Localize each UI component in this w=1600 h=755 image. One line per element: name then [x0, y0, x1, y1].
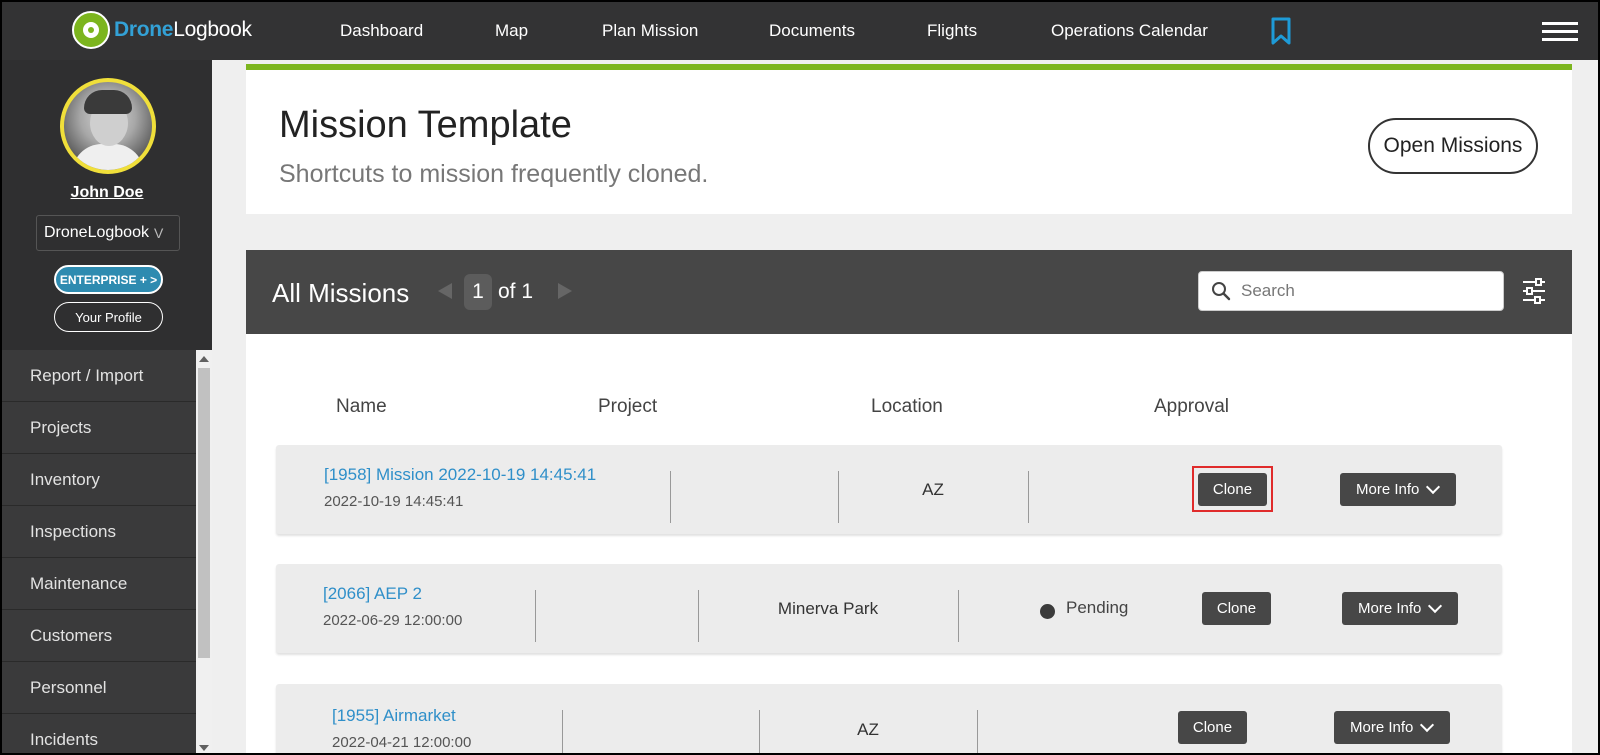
sidebar-item-customers[interactable]: Customers	[2, 610, 196, 662]
sidebar-item-inspections[interactable]: Inspections	[2, 506, 196, 558]
approval-status: Pending	[1066, 598, 1129, 617]
column-header-name[interactable]: Name	[336, 396, 387, 418]
sidebar-item-report-import[interactable]: Report / Import	[2, 350, 196, 402]
page-next-icon[interactable]	[558, 283, 572, 299]
mission-name-link[interactable]: [1958] Mission 2022-10-19 14:45:41	[324, 465, 596, 485]
nav-map[interactable]: Map	[495, 21, 528, 41]
column-header-location[interactable]: Location	[871, 396, 943, 418]
page-current[interactable]: 1	[464, 274, 492, 310]
bookmark-icon[interactable]	[1270, 17, 1292, 45]
missions-table: Name Project Location Approval [1958] Mi…	[246, 334, 1572, 753]
column-divider	[958, 590, 959, 642]
column-divider	[562, 710, 563, 753]
nav-dashboard[interactable]: Dashboard	[340, 21, 423, 41]
table-row: [1955] Airmarket 2022-04-21 12:00:00 AZ …	[276, 684, 1502, 753]
mission-date: 2022-06-29 12:00:00	[323, 612, 463, 629]
more-info-button[interactable]: More Info	[1334, 711, 1450, 744]
column-header-project[interactable]: Project	[598, 396, 657, 418]
open-missions-button[interactable]: Open Missions	[1368, 118, 1538, 174]
chevron-down-icon: V	[153, 225, 164, 241]
sidebar-menu: Report / Import Projects Inventory Inspe…	[2, 350, 196, 753]
chevron-down-icon	[1425, 479, 1441, 495]
mission-location: AZ	[857, 720, 879, 739]
logo-text-drone: Drone	[114, 18, 174, 41]
nav-documents[interactable]: Documents	[769, 21, 855, 41]
missions-header: All Missions 1 of 1	[246, 250, 1572, 334]
column-divider	[1028, 471, 1029, 523]
nav-operations-calendar[interactable]: Operations Calendar	[1051, 21, 1208, 41]
more-info-label: More Info	[1350, 719, 1414, 736]
more-info-label: More Info	[1356, 481, 1420, 498]
chevron-down-icon	[1427, 598, 1443, 614]
clone-button[interactable]: Clone	[1198, 473, 1267, 506]
filter-sliders-icon[interactable]	[1522, 278, 1546, 304]
username-link[interactable]: John Doe	[2, 184, 212, 202]
app-frame: DroneLogbook Dashboard Map Plan Mission …	[0, 0, 1600, 755]
scroll-up-icon[interactable]	[199, 356, 209, 362]
status-dot-icon	[1040, 604, 1055, 619]
mission-name-link[interactable]: [1955] Airmarket	[332, 706, 456, 726]
drone-logo-icon	[72, 11, 110, 49]
page-total: of 1	[498, 280, 534, 303]
hamburger-menu-icon[interactable]	[1542, 22, 1578, 41]
organization-select-value: DroneLogbook	[44, 224, 149, 241]
clone-button[interactable]: Clone	[1178, 711, 1247, 744]
your-profile-button[interactable]: Your Profile	[54, 302, 163, 332]
logo-text: DroneLogbook	[114, 18, 252, 42]
table-row: [1958] Mission 2022-10-19 14:45:41 2022-…	[276, 445, 1502, 534]
sidebar-item-personnel[interactable]: Personnel	[2, 662, 196, 714]
column-divider	[977, 710, 978, 753]
scroll-down-icon[interactable]	[199, 745, 209, 751]
sidebar-item-inventory[interactable]: Inventory	[2, 454, 196, 506]
mission-location: AZ	[922, 480, 944, 499]
nav-plan-mission[interactable]: Plan Mission	[602, 21, 698, 41]
organization-select[interactable]: DroneLogbook V	[36, 215, 180, 251]
missions-title: All Missions	[272, 278, 410, 308]
top-nav: DroneLogbook Dashboard Map Plan Mission …	[2, 2, 1598, 60]
search-icon	[1212, 282, 1231, 301]
page-title: Mission Template	[279, 104, 572, 146]
more-info-label: More Info	[1358, 600, 1422, 617]
page-subtitle: Shortcuts to mission frequently cloned.	[279, 160, 709, 188]
more-info-button[interactable]: More Info	[1342, 592, 1458, 625]
mission-template-card: Mission Template Shortcuts to mission fr…	[246, 64, 1572, 214]
sidebar-item-maintenance[interactable]: Maintenance	[2, 558, 196, 610]
column-header-approval[interactable]: Approval	[1154, 396, 1229, 418]
sidebar-scrollbar[interactable]	[196, 350, 212, 753]
logo[interactable]: DroneLogbook	[72, 11, 252, 49]
nav-flights[interactable]: Flights	[927, 21, 977, 41]
mission-date: 2022-10-19 14:45:41	[324, 493, 464, 510]
search-input[interactable]	[1241, 272, 1496, 310]
sidebar-item-incidents[interactable]: Incidents	[2, 714, 196, 753]
main-content: Mission Template Shortcuts to mission fr…	[212, 60, 1598, 753]
more-info-button[interactable]: More Info	[1340, 473, 1456, 506]
sidebar: John Doe DroneLogbook V ENTERPRISE + > Y…	[2, 60, 212, 753]
sidebar-item-projects[interactable]: Projects	[2, 402, 196, 454]
column-divider	[535, 590, 536, 642]
search-box[interactable]	[1198, 271, 1504, 311]
logo-text-logbook: Logbook	[173, 18, 252, 41]
table-row: [2066] AEP 2 2022-06-29 12:00:00 Minerva…	[276, 564, 1502, 653]
enterprise-plan-button[interactable]: ENTERPRISE + >	[54, 265, 163, 294]
scrollbar-thumb[interactable]	[198, 368, 210, 658]
mission-name-link[interactable]: [2066] AEP 2	[323, 584, 422, 604]
avatar[interactable]	[60, 78, 156, 174]
chevron-down-icon	[1419, 717, 1435, 733]
clone-button[interactable]: Clone	[1202, 592, 1271, 625]
mission-date: 2022-04-21 12:00:00	[332, 734, 472, 751]
column-divider	[670, 471, 671, 523]
mission-location: Minerva Park	[777, 599, 879, 618]
page-prev-icon[interactable]	[438, 283, 452, 299]
